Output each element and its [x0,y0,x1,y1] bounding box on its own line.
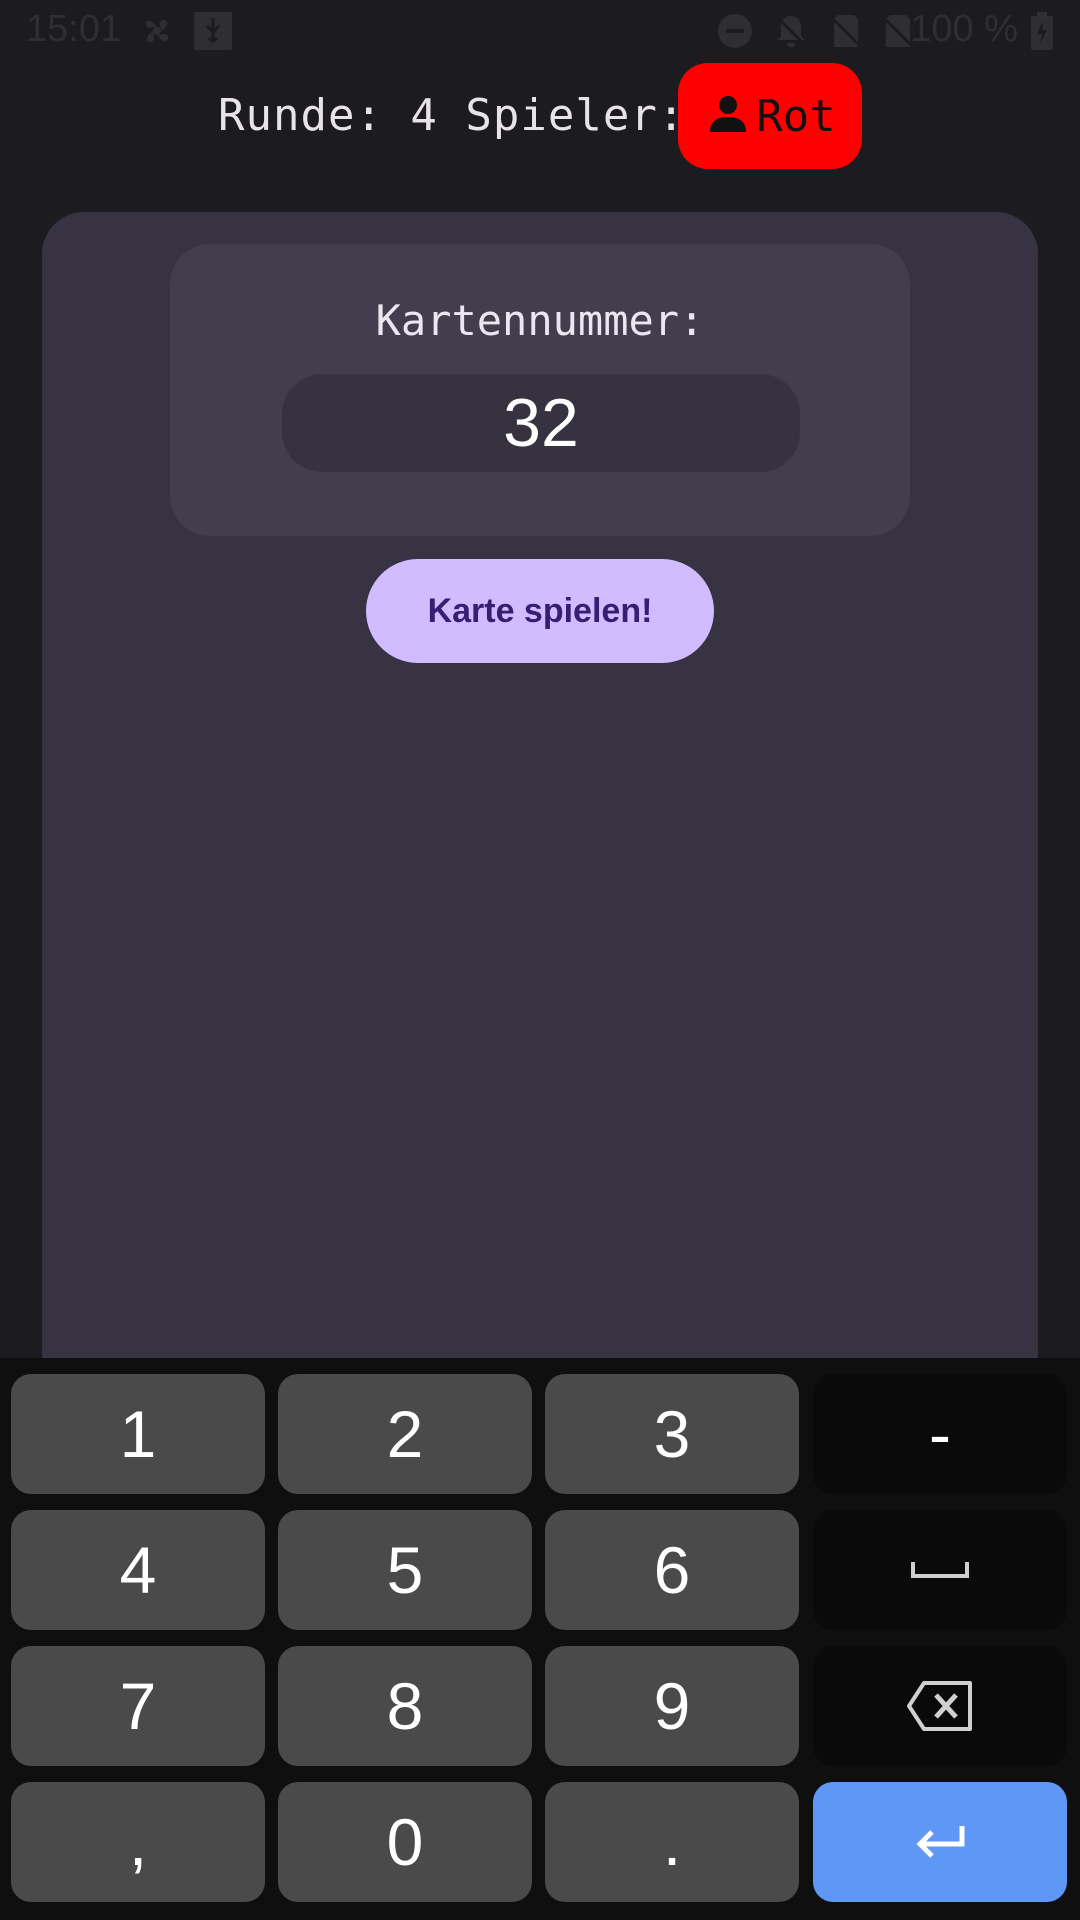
status-bar: 15:01 100 % [0,0,1080,62]
key-3[interactable]: 3 [545,1374,799,1494]
key-4[interactable]: 4 [11,1510,265,1630]
player-name: Rot [756,90,836,142]
key-8[interactable]: 8 [278,1646,532,1766]
key-2[interactable]: 2 [278,1374,532,1494]
key-6[interactable]: 6 [545,1510,799,1630]
key-0[interactable]: 0 [278,1782,532,1902]
notifications-off-icon [772,12,810,50]
enter-icon [912,1822,968,1862]
card-number-input[interactable]: 32 [282,374,800,472]
key-period[interactable]: . [545,1782,799,1902]
key-9[interactable]: 9 [545,1646,799,1766]
key-enter[interactable] [813,1782,1067,1902]
do-not-disturb-icon [716,12,754,50]
no-sim-icon [826,12,864,50]
battery-charging-icon [1030,12,1054,50]
key-comma[interactable]: , [11,1782,265,1902]
usb-debug-icon [194,12,232,50]
round-player-label: Runde: 4 Spieler: [218,90,686,141]
play-card-button[interactable]: Karte spielen! [366,559,714,663]
fan-icon [138,12,176,50]
key-backspace[interactable] [813,1646,1067,1766]
key-minus[interactable]: - [813,1374,1067,1494]
key-5[interactable]: 5 [278,1510,532,1630]
card-number-label: Kartennummer: [375,296,705,345]
card-number-box: Kartennummer: 32 [170,244,910,536]
space-icon [910,1558,970,1582]
key-1[interactable]: 1 [11,1374,265,1494]
key-space[interactable] [813,1510,1067,1630]
player-chip[interactable]: Rot [678,63,862,169]
numeric-keyboard: 1 2 3 - 4 5 6 7 8 9 , 0 . [0,1358,1080,1920]
battery-percentage: 100 % [910,8,1018,50]
status-time: 15:01 [26,8,122,50]
key-7[interactable]: 7 [11,1646,265,1766]
backspace-icon [906,1680,974,1732]
person-icon [704,90,752,142]
